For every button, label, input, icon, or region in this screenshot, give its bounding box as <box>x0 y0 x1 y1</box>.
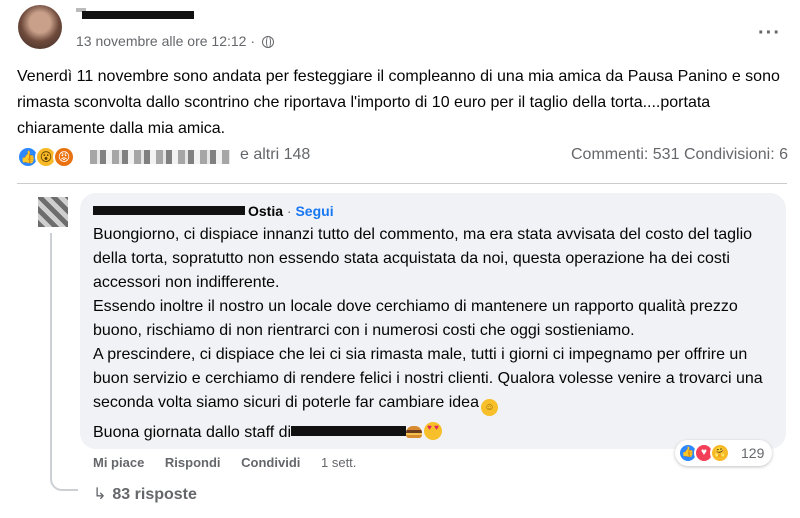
like-button[interactable]: Mi piace <box>93 455 144 470</box>
comment-paragraph-3: A prescindere, ci dispiace che lei ci si… <box>93 343 783 416</box>
post-divider <box>17 183 787 184</box>
angry-icon: 😡 <box>53 146 75 168</box>
commenter-name-redacted[interactable] <box>93 206 245 215</box>
post-counts: Commenti: 531 Condivisioni: 6 <box>571 146 788 164</box>
comment-paragraph-2: Essendo inoltre il nostro un locale dove… <box>93 298 738 339</box>
burger-emoji-icon <box>406 426 423 438</box>
reactor-names-pixelated <box>90 150 230 164</box>
comment-paragraph-3-text: A prescindere, ci dispiace che lei ci si… <box>93 346 763 411</box>
commenter-header: Ostia · Segui <box>93 203 334 219</box>
reply-thread-line <box>50 233 78 491</box>
comments-count[interactable]: Commenti: 531 <box>571 146 680 163</box>
heart-eyes-emoji-icon <box>424 422 443 440</box>
post-body: Venerdì 11 novembre sono andata per fest… <box>17 68 780 137</box>
view-replies-link[interactable]: ↳ 83 risposte <box>93 484 197 504</box>
post-timestamp[interactable]: 13 novembre alle ore 12:12 · <box>76 33 255 49</box>
more-options-icon[interactable]: ··· <box>758 22 781 45</box>
smiling-blush-emoji-icon: ☺ <box>480 399 498 416</box>
share-button[interactable]: Condividi <box>241 455 300 470</box>
reply-button[interactable]: Rispondi <box>165 455 221 470</box>
post-meta: 13 novembre alle ore 12:12 · <box>76 33 274 49</box>
comment-actions: Mi piace Rispondi Condividi 1 sett. <box>93 455 373 470</box>
comment-closing-text: Buona giornata dallo staff di <box>93 424 292 441</box>
comment-body: Buongiorno, ci dispiace innanzi tutto de… <box>93 223 783 416</box>
globe-icon <box>261 36 274 48</box>
comment-reaction-count: 129 <box>741 445 765 461</box>
shares-count[interactable]: Condivisioni: 6 <box>684 146 788 163</box>
reply-arrow-icon: ↳ <box>93 486 107 503</box>
care-icon: 🤗 <box>710 443 730 463</box>
comment-timestamp[interactable]: 1 sett. <box>321 455 356 470</box>
reactions-others-count[interactable]: e altri 148 <box>240 146 310 164</box>
comment-paragraph-1: Buongiorno, ci dispiace innanzi tutto de… <box>93 226 753 291</box>
post-author-avatar[interactable] <box>18 5 62 49</box>
staff-name-redacted <box>291 426 407 436</box>
replies-count: 83 risposte <box>112 486 197 503</box>
post-author-name-redacted[interactable] <box>82 11 194 19</box>
comment-closing: Buona giornata dallo staff di <box>93 422 443 442</box>
commenter-avatar[interactable] <box>38 197 68 227</box>
comment-reactions[interactable]: 👍 ♥ 🤗 129 <box>675 440 772 466</box>
follow-button[interactable]: Segui <box>295 203 333 219</box>
commenter-name-suffix[interactable]: Ostia <box>248 203 283 219</box>
